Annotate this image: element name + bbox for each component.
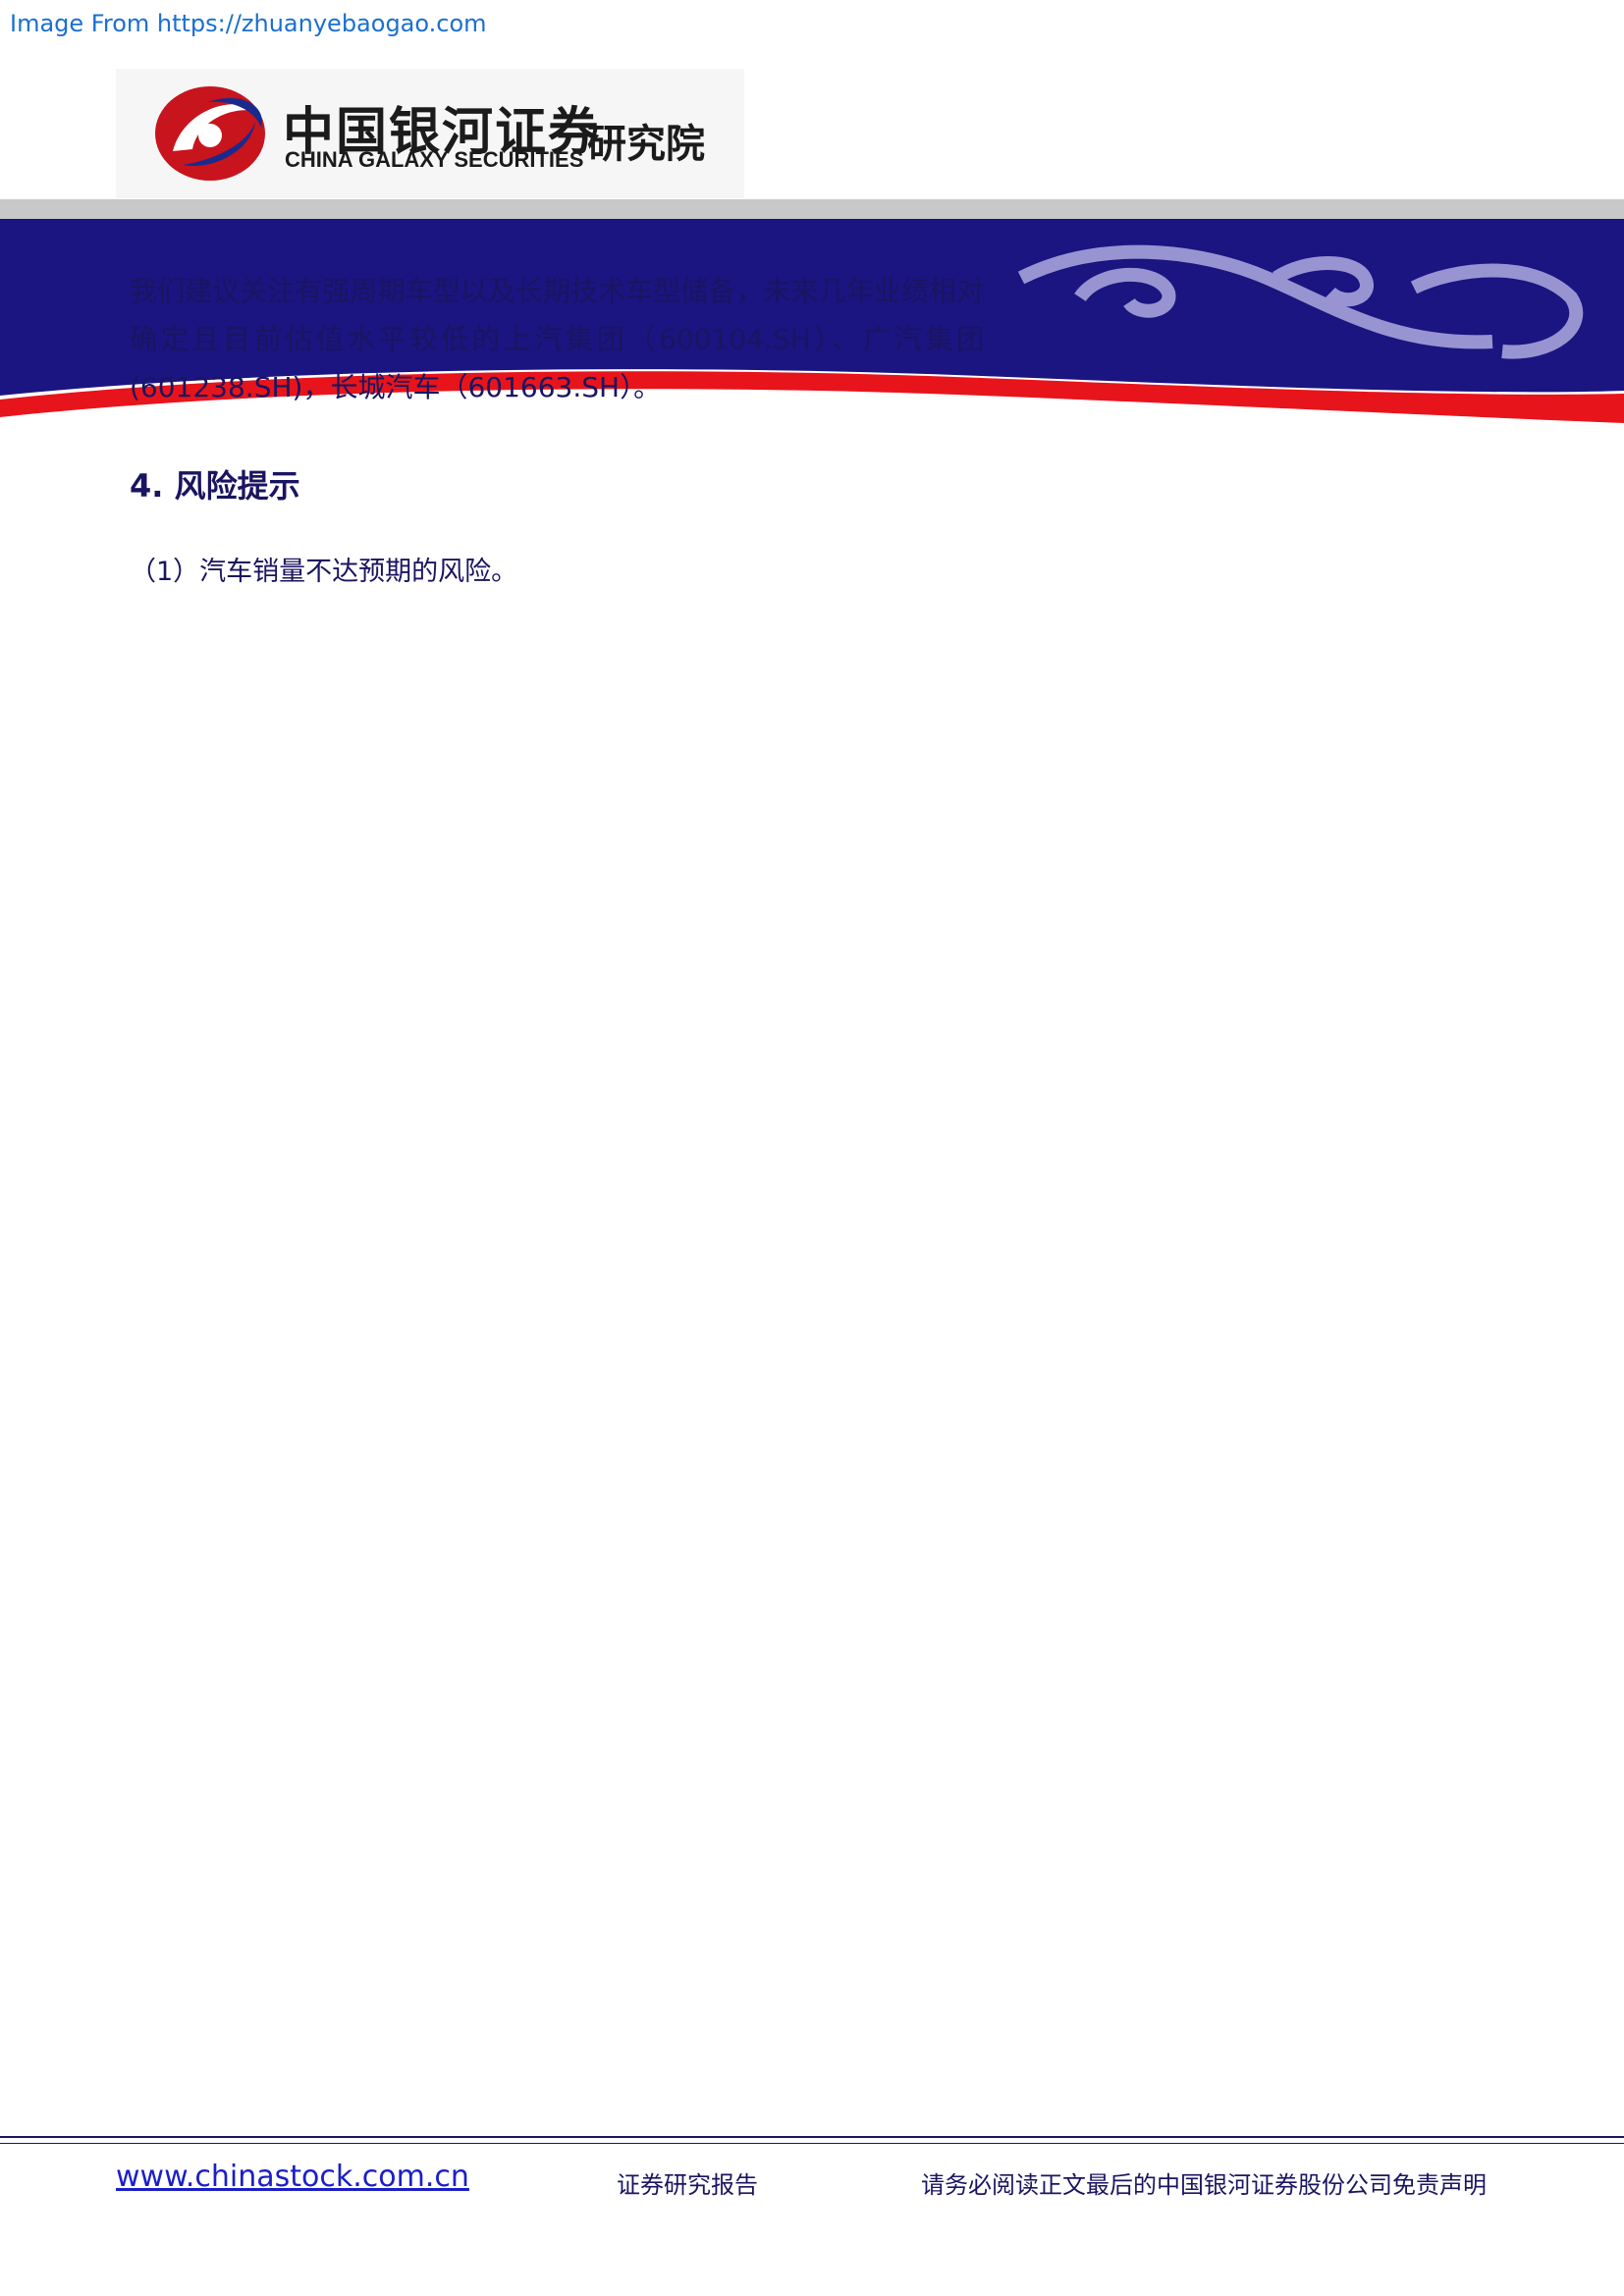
company-logo: 中国银河证券 CHINA GALAXY SECURITIES 研究院 bbox=[116, 69, 744, 198]
website-link[interactable]: www.chinastock.com.cn bbox=[116, 2160, 469, 2194]
footer-divider bbox=[0, 2143, 1624, 2144]
section-title: 4. 风险提示 bbox=[130, 467, 300, 505]
report-type-label: 证券研究报告 bbox=[617, 2171, 758, 2199]
logo-institute: 研究院 bbox=[587, 122, 705, 167]
source-watermark: Image From https://zhuanyebaogao.com bbox=[10, 10, 487, 37]
logo-english-name: CHINA GALAXY SECURITIES bbox=[285, 147, 584, 172]
risk-item: （1）汽车销量不达预期的风险。 bbox=[130, 557, 518, 587]
disclaimer-note: 请务必阅读正文最后的中国银河证券股份公司免责声明 bbox=[921, 2171, 1487, 2199]
recommendation-paragraph: 我们建议关注有强周期车型以及长期技术车型储备，未来几年业绩相对确定且目前估值水平… bbox=[130, 275, 984, 403]
footer-divider bbox=[0, 2136, 1624, 2138]
galaxy-swirl-icon bbox=[155, 86, 265, 181]
